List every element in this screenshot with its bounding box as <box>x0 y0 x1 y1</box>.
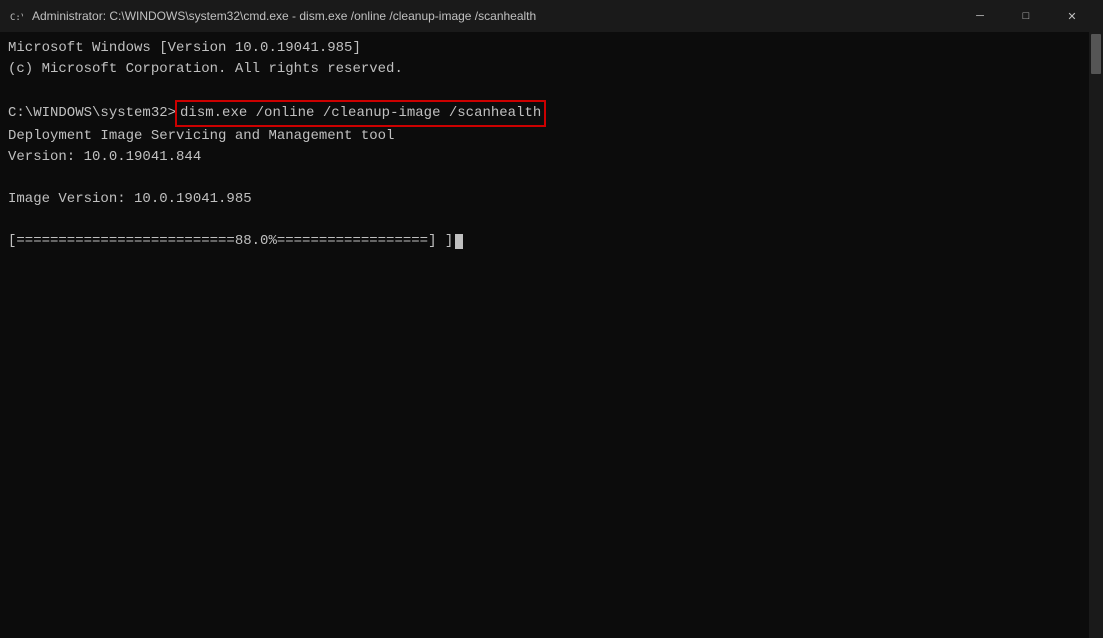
scrollbar[interactable] <box>1089 32 1103 638</box>
progress-bar-text: [==========================88.0%========… <box>8 231 445 252</box>
cmd-window: C:\ Administrator: C:\WINDOWS\system32\c… <box>0 0 1103 638</box>
console-line-5: Version: 10.0.19041.844 <box>8 147 1081 168</box>
progress-bracket-close: ] <box>445 231 453 252</box>
maximize-button[interactable]: □ <box>1003 0 1049 32</box>
svg-text:C:\: C:\ <box>10 13 23 23</box>
prompt-text: C:\WINDOWS\system32> <box>8 103 176 124</box>
console-line-1: Microsoft Windows [Version 10.0.19041.98… <box>8 38 1081 59</box>
console-line-4: Deployment Image Servicing and Managemen… <box>8 126 1081 147</box>
title-bar-left: C:\ Administrator: C:\WINDOWS\system32\c… <box>8 8 536 24</box>
console-line-blank-3 <box>8 210 1081 231</box>
console-line-2: (c) Microsoft Corporation. All rights re… <box>8 59 1081 80</box>
title-bar: C:\ Administrator: C:\WINDOWS\system32\c… <box>0 0 1103 32</box>
minimize-button[interactable]: ─ <box>957 0 1003 32</box>
window-controls: ─ □ ✕ <box>957 0 1095 32</box>
window-title: Administrator: C:\WINDOWS\system32\cmd.e… <box>32 9 536 23</box>
scrollbar-thumb[interactable] <box>1091 34 1101 74</box>
close-button[interactable]: ✕ <box>1049 0 1095 32</box>
console-line-blank-2 <box>8 168 1081 189</box>
cursor <box>455 234 463 249</box>
console-area: Microsoft Windows [Version 10.0.19041.98… <box>0 32 1103 638</box>
command-text: dism.exe /online /cleanup-image /scanhea… <box>176 101 545 126</box>
console-content[interactable]: Microsoft Windows [Version 10.0.19041.98… <box>0 32 1089 638</box>
progress-line: [==========================88.0%========… <box>8 231 1081 252</box>
console-prompt-line: C:\WINDOWS\system32>dism.exe /online /cl… <box>8 101 1081 126</box>
console-line-7: Image Version: 10.0.19041.985 <box>8 189 1081 210</box>
console-line-blank-1 <box>8 80 1081 101</box>
cmd-icon: C:\ <box>8 8 24 24</box>
